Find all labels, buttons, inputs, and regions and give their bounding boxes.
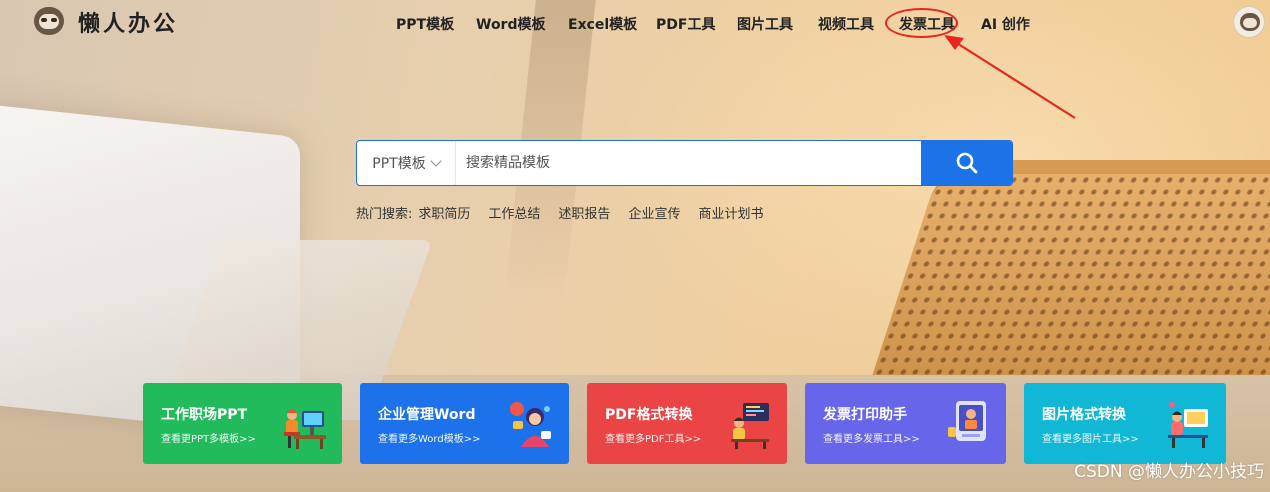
card-subtitle: 查看更多发票工具>>: [823, 434, 920, 445]
card-pdf[interactable]: PDF格式转换 查看更多PDF工具>>: [587, 383, 787, 464]
card-title: PDF格式转换: [605, 407, 693, 423]
hot-search-item[interactable]: 求职简历: [418, 203, 470, 222]
nav-item-word[interactable]: Word模板: [476, 14, 568, 34]
office-worker-icon: [284, 409, 326, 449]
brand-name: 懒人办公: [78, 12, 179, 37]
card-title: 企业管理Word: [378, 407, 476, 423]
card-title: 发票打印助手: [823, 407, 907, 423]
watermark-text: CSDN @懒人办公小技巧: [1074, 462, 1264, 482]
annotation-arrow-icon: [944, 35, 1076, 119]
image-convert-icon: [1168, 402, 1208, 448]
hot-search-item[interactable]: 述职报告: [558, 203, 610, 222]
search-category-select[interactable]: PPT模板: [357, 141, 456, 185]
chevron-down-icon: [430, 155, 442, 167]
card-title: 工作职场PPT: [161, 407, 248, 423]
hot-search-item[interactable]: 工作总结: [488, 203, 540, 222]
card-subtitle: 查看更PPT多模板>>: [161, 434, 256, 445]
site-header: 懒人办公 PPT模板 Word模板 Excel模板 PDF工具 图片工具 视频工…: [0, 0, 1270, 119]
search-bar: PPT模板: [356, 140, 1013, 186]
search-category-label: PPT模板: [372, 156, 426, 172]
hot-searches-label: 热门搜索:: [356, 207, 413, 222]
card-image[interactable]: 图片格式转换 查看更多图片工具>>: [1024, 383, 1226, 464]
card-invoice[interactable]: 发票打印助手 查看更多发票工具>>: [805, 383, 1006, 464]
nav-item-ppt[interactable]: PPT模板: [396, 14, 476, 34]
nav-item-image-tools[interactable]: 图片工具: [737, 14, 818, 34]
card-subtitle: 查看更多图片工具>>: [1042, 434, 1139, 445]
nav-item-pdf[interactable]: PDF工具: [656, 14, 737, 34]
hot-search-item[interactable]: 商业计划书: [698, 203, 763, 222]
pdf-convert-icon: [731, 403, 769, 449]
invoice-print-icon: [948, 401, 986, 441]
card-ppt[interactable]: 工作职场PPT 查看更PPT多模板>>: [143, 383, 342, 464]
card-word[interactable]: 企业管理Word 查看更多Word模板>>: [360, 383, 569, 464]
user-avatar[interactable]: [1233, 6, 1265, 38]
business-woman-icon: [510, 402, 551, 447]
site-logo[interactable]: 懒人办公: [28, 5, 178, 39]
nav-item-excel[interactable]: Excel模板: [568, 14, 656, 34]
search-input[interactable]: [456, 141, 921, 185]
hot-searches: 热门搜索: 求职简历 工作总结 述职报告 企业宣传 商业计划书: [356, 203, 781, 222]
hot-search-item[interactable]: 企业宣传: [628, 203, 680, 222]
card-title: 图片格式转换: [1042, 407, 1126, 423]
search-button[interactable]: [921, 141, 1012, 185]
sloth-logo-icon: [28, 5, 70, 39]
card-subtitle: 查看更多PDF工具>>: [605, 434, 702, 445]
search-icon: [956, 152, 977, 174]
card-subtitle: 查看更多Word模板>>: [378, 434, 481, 445]
